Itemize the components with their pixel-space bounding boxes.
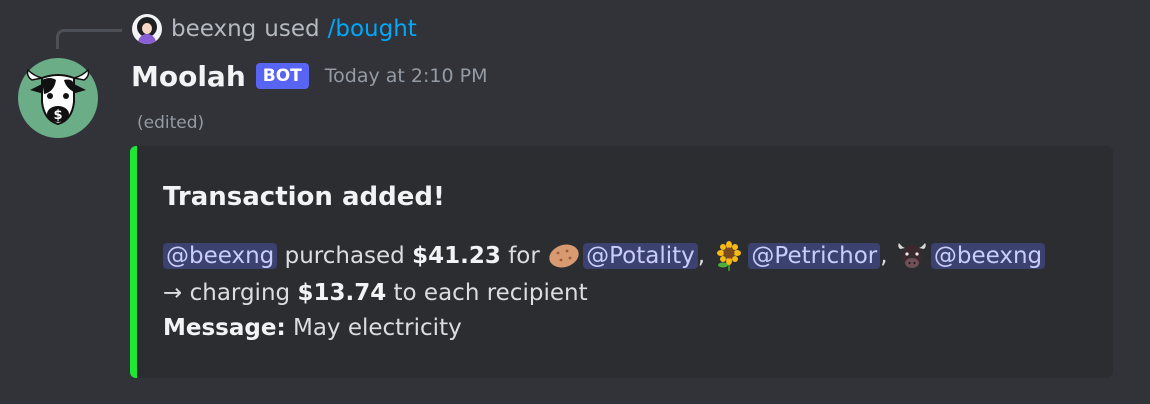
slash-command-link[interactable]: /bought bbox=[328, 16, 417, 42]
per-recipient-amount: $13.74 bbox=[297, 280, 387, 306]
separator-1: , bbox=[697, 243, 706, 269]
for-text: for bbox=[508, 243, 540, 269]
purchase-amount: $41.23 bbox=[412, 243, 501, 269]
message-text: May electricity bbox=[292, 315, 462, 341]
recipient-mention-3[interactable]: @beexng bbox=[930, 243, 1046, 269]
charging-text: charging bbox=[189, 280, 291, 306]
reply-user-avatar[interactable] bbox=[132, 14, 162, 44]
reply-used-text: used bbox=[264, 16, 320, 42]
transaction-embed: Transaction added! @beexng purchased $41… bbox=[130, 146, 1113, 378]
reply-username[interactable]: beexng bbox=[171, 16, 256, 42]
recipient-mention-2[interactable]: @Petrichor bbox=[748, 243, 881, 269]
cow-logo-icon: $ bbox=[26, 68, 90, 126]
charging-line: → charging $13.74 to each recipient bbox=[163, 277, 588, 309]
svg-text:$: $ bbox=[53, 108, 62, 123]
chat-message: beexng used /bought $ Moolah BOT Today a… bbox=[0, 0, 1150, 404]
bot-username[interactable]: Moolah bbox=[131, 60, 246, 93]
message-header: Moolah BOT Today at 2:10 PM bbox=[131, 56, 487, 96]
separator-2: , bbox=[880, 243, 888, 269]
bot-tag-badge: BOT bbox=[255, 63, 309, 89]
reply-context[interactable]: beexng used /bought bbox=[132, 12, 417, 46]
message-line: Message: May electricity bbox=[163, 312, 462, 344]
sunflower-icon bbox=[712, 241, 746, 271]
purchase-line: @beexng purchased $41.23 for @Potality , bbox=[163, 238, 1046, 274]
each-recipient-text: to each recipient bbox=[393, 280, 588, 306]
message-timestamp[interactable]: Today at 2:10 PM bbox=[325, 65, 488, 87]
bot-avatar[interactable]: $ bbox=[18, 58, 98, 138]
edited-indicator: (edited) bbox=[137, 113, 205, 133]
message-label: Message: bbox=[163, 315, 286, 341]
potato-icon bbox=[547, 241, 581, 271]
recipient-mention-1[interactable]: @Potality bbox=[583, 243, 698, 269]
purchased-text: purchased bbox=[284, 243, 405, 269]
reply-connector bbox=[56, 29, 122, 49]
cow-icon bbox=[895, 241, 929, 271]
buyer-mention[interactable]: @beexng bbox=[163, 243, 278, 269]
embed-title: Transaction added! bbox=[163, 182, 445, 212]
arrow-icon: → bbox=[163, 280, 183, 306]
